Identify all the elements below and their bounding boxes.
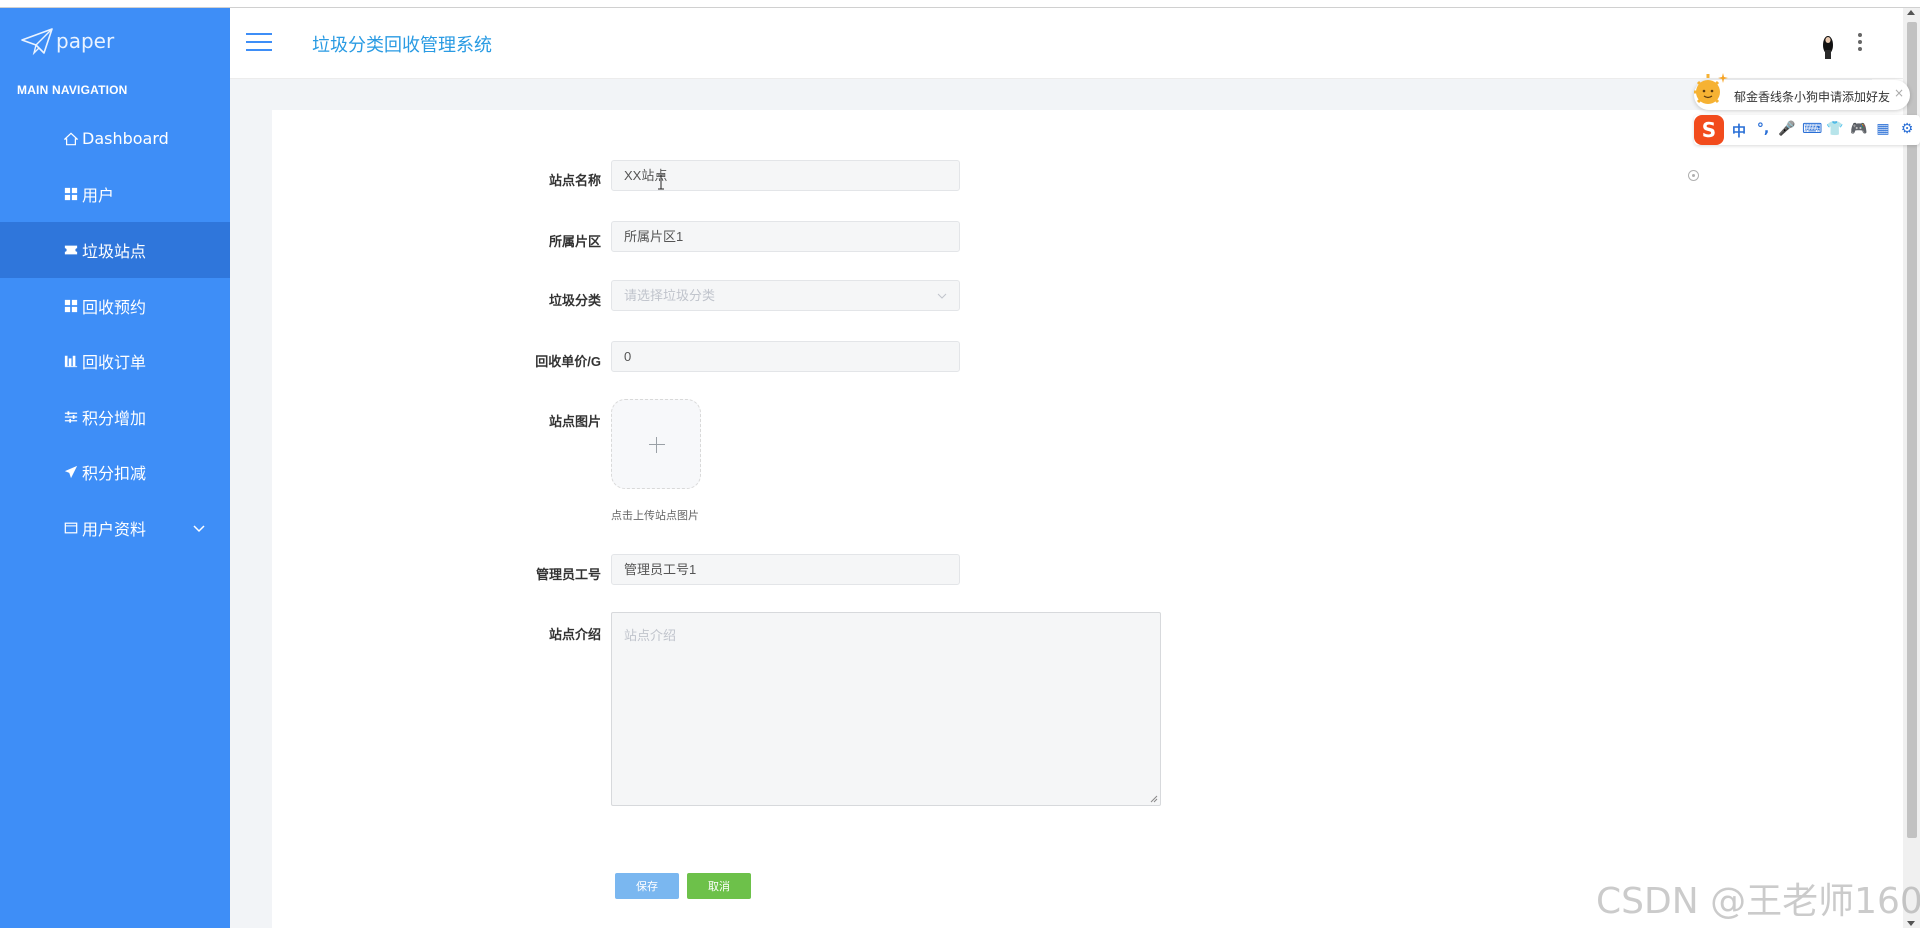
intro-label: 站点介绍 [548, 627, 601, 642]
watermark: CSDN @王老师160 [1596, 881, 1920, 922]
window-icon [63, 520, 79, 536]
ime-toolbar-icons: 中 °, 🎤 ⌨ 👕 🎮 ▦ ⚙ [1730, 121, 1916, 141]
sidebar-item-label: 用户资料 [82, 519, 147, 539]
paper-plane-icon [63, 464, 79, 480]
grid-icon [63, 298, 79, 314]
microphone-icon[interactable]: 🎤 [1778, 121, 1796, 141]
nav-header: MAIN NAVIGATION [17, 83, 128, 97]
sidebar-item-label: 回收订单 [82, 353, 147, 373]
intro-placeholder: 站点介绍 [624, 628, 677, 643]
chevron-down-icon[interactable] [192, 521, 206, 535]
home-icon [63, 131, 79, 147]
sidebar-item-points-deduct[interactable]: 积分扣减 [0, 445, 230, 501]
sidebar-item-label: 积分扣减 [82, 464, 147, 484]
more-options-icon[interactable] [1857, 33, 1863, 55]
settings-icon[interactable]: ⚙ [1898, 121, 1916, 141]
avatar[interactable] [1816, 32, 1840, 60]
price-input[interactable]: 0 [611, 341, 960, 372]
apps-icon[interactable]: ▦ [1874, 121, 1892, 141]
page-title: 垃圾分类回收管理系统 [312, 35, 492, 56]
sidebar: paper MAIN NAVIGATION Dashboard 用户 垃圾站点 [0, 8, 264, 928]
sidebar-item-label: Dashboard [82, 129, 169, 149]
plus-icon [649, 444, 665, 445]
chevron-down-icon [937, 293, 947, 299]
sidebar-item-stations[interactable]: 垃圾站点 [0, 222, 264, 278]
logo-text: paper [56, 29, 115, 53]
window-top-border [0, 0, 1920, 8]
station-image-label: 站点图片 [548, 414, 601, 429]
ticket-icon [63, 242, 79, 258]
sidebar-item-label: 垃圾站点 [82, 241, 147, 261]
paper-plane-logo-icon [21, 28, 53, 56]
image-upload-button[interactable] [611, 399, 701, 489]
scroll-up-icon[interactable] [1907, 10, 1915, 15]
ime-punctuation-icon[interactable]: °, [1754, 121, 1772, 141]
page-scrollbar[interactable] [1903, 8, 1920, 928]
bar-chart-icon [63, 353, 79, 369]
sidebar-item-dashboard[interactable]: Dashboard [0, 111, 230, 167]
sidebar-item-points-add[interactable]: 积分增加 [0, 389, 230, 445]
save-button[interactable]: 保存 [615, 873, 679, 899]
area-input[interactable]: 所属片区1 [611, 221, 960, 252]
sidebar-item-user-profile[interactable]: 用户资料 [0, 500, 230, 556]
sidebar-item-label: 积分增加 [82, 408, 147, 428]
gamepad-icon[interactable]: 🎮 [1850, 121, 1868, 141]
sidebar-item-orders[interactable]: 回收订单 [0, 333, 230, 389]
intro-textarea[interactable]: 站点介绍 [611, 612, 1161, 806]
station-name-label: 站点名称 [548, 173, 601, 188]
category-label: 垃圾分类 [548, 293, 601, 308]
price-label: 回收单价/G [535, 354, 601, 369]
text-cursor-icon [658, 174, 664, 190]
logo[interactable]: paper [20, 26, 114, 56]
sidebar-item-label: 用户 [82, 186, 115, 206]
sidebar-item-users[interactable]: 用户 [0, 167, 230, 223]
ime-toolbar: S 中 °, 🎤 ⌨ 👕 🎮 ▦ ⚙ [1694, 115, 1920, 145]
admin-id-input[interactable]: 管理员工号1 [611, 554, 960, 585]
resize-grip-icon[interactable] [1150, 795, 1158, 803]
sidebar-nav: Dashboard 用户 垃圾站点 回收预约 回收订单 积分增加 积分扣减 用户… [0, 111, 264, 556]
area-label: 所属片区 [548, 234, 601, 249]
cancel-button[interactable]: 取消 [687, 873, 751, 899]
sidebar-item-label: 回收预约 [82, 297, 147, 317]
sun-mascot-icon [1694, 73, 1728, 104]
sidebar-item-appointments[interactable]: 回收预约 [0, 278, 230, 334]
category-select-placeholder: 请选择垃圾分类 [624, 288, 716, 303]
grid-icon [63, 186, 79, 202]
admin-id-label: 管理员工号 [535, 567, 601, 582]
ime-chinese-mode-icon[interactable]: 中 [1730, 121, 1748, 141]
clear-icon[interactable] [1688, 170, 1699, 181]
skin-icon[interactable]: 👕 [1826, 121, 1844, 141]
keyboard-icon[interactable]: ⌨ [1802, 121, 1822, 141]
top-header: 垃圾分类回收管理系统 [230, 8, 1920, 79]
close-icon[interactable]: × [1894, 86, 1904, 100]
sliders-icon [63, 409, 79, 425]
menu-toggle-icon[interactable] [246, 33, 272, 53]
ime-notification-text: 郁金香线条小狗申请添加好友 [1734, 90, 1891, 104]
category-select[interactable]: 请选择垃圾分类 [611, 280, 960, 311]
upload-tip: 点击上传站点图片 [611, 510, 699, 522]
ime-logo-icon[interactable]: S [1694, 115, 1724, 145]
